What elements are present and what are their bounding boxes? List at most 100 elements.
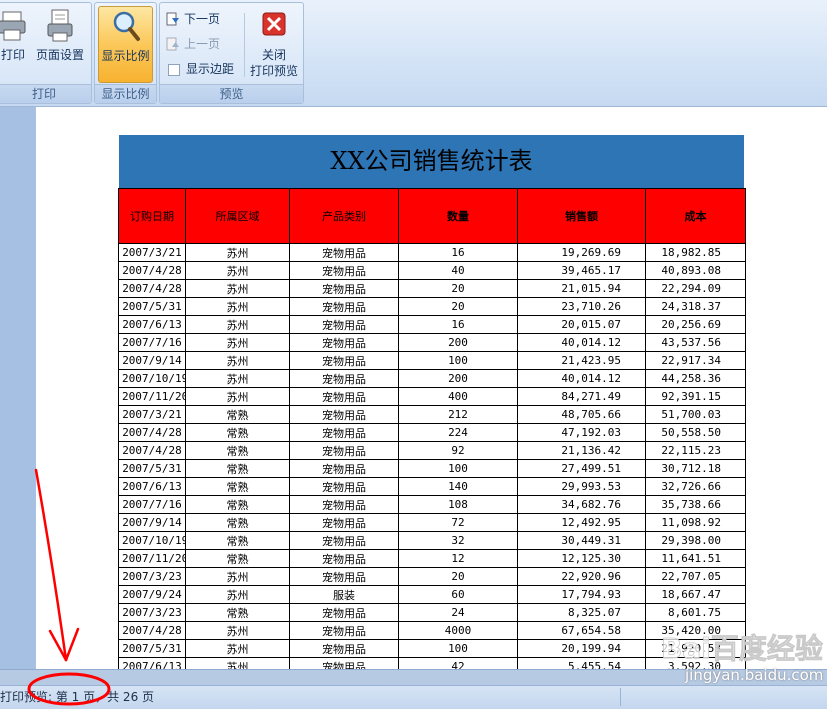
cell-order-date: 2007/5/31 — [118, 459, 186, 478]
report-title: XX公司销售统计表 — [119, 135, 744, 188]
cell-quantity: 100 — [398, 351, 518, 370]
cell-quantity: 92 — [398, 441, 518, 460]
cell-quantity: 32 — [398, 531, 518, 550]
cell-region: 常熟 — [185, 405, 290, 424]
column-header-sales: 销售额 — [517, 188, 646, 244]
cell-quantity: 224 — [398, 423, 518, 442]
cell-quantity: 4000 — [398, 621, 518, 640]
cell-category: 宠物用品 — [289, 441, 399, 460]
close-label-line1: 关闭 — [261, 48, 286, 62]
cell-order-date: 2007/11/20 — [118, 387, 186, 406]
prev-page-button[interactable]: 上一页 — [166, 34, 220, 54]
cell-region: 常熟 — [185, 423, 290, 442]
cell-region: 苏州 — [185, 315, 290, 334]
cell-category: 宠物用品 — [289, 621, 399, 640]
cell-cost: 43,537.56 — [645, 333, 746, 352]
print-button[interactable]: 打印 — [0, 6, 29, 82]
group-preview-label: 预览 — [160, 84, 303, 103]
cell-sales: 27,499.51 — [517, 459, 646, 478]
cell-region: 常熟 — [185, 531, 290, 550]
status-bar: 打印预览: 第 1 页，共 26 页 — [0, 685, 827, 709]
column-header-quantity: 数量 — [398, 188, 518, 244]
cell-category: 宠物用品 — [289, 261, 399, 280]
cell-cost: 92,391.15 — [645, 387, 746, 406]
cell-order-date: 2007/9/14 — [118, 351, 186, 370]
table-row: 2007/9/14 常熟 宠物用品 72 12,492.95 11,098.92 — [118, 513, 746, 532]
status-divider — [620, 688, 621, 706]
cell-cost: 30,712.18 — [645, 459, 746, 478]
cell-quantity: 16 — [398, 315, 518, 334]
cell-category: 宠物用品 — [289, 351, 399, 370]
cell-sales: 17,794.93 — [517, 585, 646, 604]
table-row: 2007/3/23 常熟 宠物用品 24 8,325.07 8,601.75 — [118, 603, 746, 622]
cell-sales: 34,682.76 — [517, 495, 646, 514]
table-header-row: 订购日期 所属区域 产品类别 数量 销售额 成本 — [118, 188, 746, 244]
table-row: 2007/3/21 常熟 宠物用品 212 48,705.66 51,700.03 — [118, 405, 746, 424]
column-header-category: 产品类别 — [289, 188, 399, 244]
group-print-label: 打印 — [0, 84, 91, 103]
cell-sales: 40,014.12 — [517, 369, 646, 388]
cell-category: 宠物用品 — [289, 243, 399, 262]
cell-category: 宠物用品 — [289, 603, 399, 622]
cell-category: 宠物用品 — [289, 513, 399, 532]
cell-quantity: 40 — [398, 261, 518, 280]
show-margins-checkbox[interactable]: 显示边距 — [166, 59, 234, 79]
cell-cost: 22,294.09 — [645, 279, 746, 298]
cell-category: 宠物用品 — [289, 297, 399, 316]
cell-quantity: 24 — [398, 603, 518, 622]
next-page-button[interactable]: 下一页 — [166, 9, 220, 29]
cell-order-date: 2007/3/21 — [118, 405, 186, 424]
cell-sales: 21,136.42 — [517, 441, 646, 460]
cell-order-date: 2007/6/13 — [118, 315, 186, 334]
cell-order-date: 2007/7/16 — [118, 495, 186, 514]
cell-quantity: 400 — [398, 387, 518, 406]
cell-category: 宠物用品 — [289, 495, 399, 514]
cell-cost: 22,707.05 — [645, 567, 746, 586]
cell-sales: 84,271.49 — [517, 387, 646, 406]
cell-order-date: 2007/4/28 — [118, 279, 186, 298]
cell-cost: 40,893.08 — [645, 261, 746, 280]
cell-category: 宠物用品 — [289, 369, 399, 388]
preview-left-gutter — [0, 107, 35, 669]
close-label-line2: 打印预览 — [249, 64, 298, 78]
page-setup-icon — [47, 9, 73, 42]
cell-category: 宠物用品 — [289, 405, 399, 424]
cell-category: 宠物用品 — [289, 423, 399, 442]
close-preview-button[interactable]: 关闭 打印预览 — [248, 6, 300, 82]
table-row: 2007/3/23 苏州 宠物用品 20 22,920.96 22,707.05 — [118, 567, 746, 586]
table-row: 2007/4/28 常熟 宠物用品 92 21,136.42 22,115.23 — [118, 441, 746, 460]
cell-order-date: 2007/3/23 — [118, 603, 186, 622]
cell-cost: 11,641.51 — [645, 549, 746, 568]
ribbon: 打印 页面设置 打印 显示比例 显示比例 下一页 上一页 显示边距 关闭 打印预… — [0, 0, 827, 107]
cell-order-date: 2007/4/28 — [118, 261, 186, 280]
cell-quantity: 200 — [398, 333, 518, 352]
cell-region: 苏州 — [185, 639, 290, 658]
horizontal-scrollbar[interactable] — [0, 669, 827, 685]
cell-sales: 21,015.94 — [517, 279, 646, 298]
cell-order-date: 2007/3/23 — [118, 567, 186, 586]
page-setup-button[interactable]: 页面设置 — [33, 6, 87, 82]
cell-region: 苏州 — [185, 261, 290, 280]
cell-region: 苏州 — [185, 369, 290, 388]
cell-region: 常熟 — [185, 459, 290, 478]
prev-page-label: 上一页 — [184, 37, 221, 51]
cell-category: 宠物用品 — [289, 549, 399, 568]
cell-region: 苏州 — [185, 243, 290, 262]
table-row: 2007/3/21 苏州 宠物用品 16 19,269.69 18,982.85 — [118, 243, 746, 262]
cell-sales: 19,269.69 — [517, 243, 646, 262]
cell-order-date: 2007/11/20 — [118, 549, 186, 568]
cell-category: 宠物用品 — [289, 279, 399, 298]
cell-region: 常熟 — [185, 495, 290, 514]
cell-quantity: 12 — [398, 549, 518, 568]
cell-region: 苏州 — [185, 279, 290, 298]
zoom-button[interactable]: 显示比例 — [98, 6, 153, 83]
table-body: 2007/3/21 苏州 宠物用品 16 19,269.69 18,982.85 2007/… — [118, 243, 746, 676]
cell-sales: 29,993.53 — [517, 477, 646, 496]
cell-region: 苏州 — [185, 621, 290, 640]
cell-region: 苏州 — [185, 585, 290, 604]
cell-sales: 67,654.58 — [517, 621, 646, 640]
cell-order-date: 2007/5/31 — [118, 297, 186, 316]
sales-table: 订购日期 所属区域 产品类别 数量 销售额 成本 2007/3/21 苏州 宠物用品… — [118, 188, 746, 676]
table-row: 2007/9/24 苏州 服装 60 17,794.93 18,667.47 — [118, 585, 746, 604]
cell-category: 宠物用品 — [289, 531, 399, 550]
